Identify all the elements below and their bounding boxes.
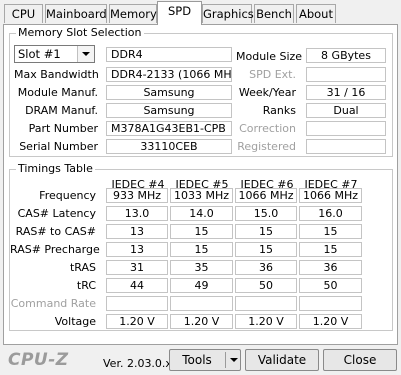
dram-manuf-field: Samsung <box>106 103 232 118</box>
module-size-field: 8 GBytes <box>306 48 386 63</box>
timings-cell: 50 <box>299 278 362 293</box>
timings-cell: 1.20 V <box>299 314 362 329</box>
validate-button[interactable]: Validate <box>245 349 319 371</box>
timings-cell: 36 <box>235 260 297 275</box>
tools-button[interactable]: Tools <box>169 349 241 371</box>
serial-number-field: 33110CEB <box>106 139 232 154</box>
timings-row-label: Voltage <box>54 315 96 328</box>
correction-field <box>306 121 386 136</box>
ranks-label: Ranks <box>262 104 296 117</box>
timings-cell: 933 MHz <box>106 188 168 203</box>
tab-memory[interactable]: Memory <box>109 4 157 23</box>
timings-row-label: tRC <box>76 279 96 292</box>
timings-cell: 13.0 <box>106 206 168 221</box>
timings-cell <box>106 296 168 311</box>
chevron-down-icon[interactable] <box>230 358 238 362</box>
tab-cpu[interactable]: CPU <box>4 4 43 23</box>
week-year-field: 31 / 16 <box>306 85 386 100</box>
dram-manuf-label: DRAM Manuf. <box>25 104 98 117</box>
timings-cell: 35 <box>170 260 233 275</box>
slot-select-value: Slot #1 <box>18 47 61 61</box>
memory-slot-group-title: Memory Slot Selection <box>16 26 144 40</box>
slot-select[interactable]: Slot #1 <box>14 45 95 63</box>
memory-type-field: DDR4 <box>106 47 232 62</box>
tools-button-divider <box>225 352 226 368</box>
timings-cell: 49 <box>170 278 233 293</box>
timings-row-label: Command Rate <box>10 297 96 310</box>
timings-group-title: Timings Table <box>16 162 95 176</box>
serial-number-label: Serial Number <box>19 140 98 153</box>
timings-cell: 16.0 <box>299 206 362 221</box>
tab-graphics[interactable]: Graphics <box>202 4 254 23</box>
max-bandwidth-field: DDR4-2133 (1066 MHz) <box>106 67 232 82</box>
timings-row-label: RAS# Precharge <box>10 243 100 256</box>
cpu-z-logo: CPU-Z <box>8 350 69 370</box>
max-bandwidth-label: Max Bandwidth <box>14 68 99 81</box>
timings-cell: 15 <box>235 242 297 257</box>
timings-cell: 31 <box>106 260 168 275</box>
timings-row-label: CAS# Latency <box>17 207 96 220</box>
part-number-label: Part Number <box>28 122 98 135</box>
correction-label: Correction <box>239 122 296 135</box>
tab-about[interactable]: About <box>296 4 336 23</box>
timings-cell <box>170 296 233 311</box>
tab-mainboard[interactable]: Mainboard <box>45 4 107 23</box>
timings-cell <box>235 296 297 311</box>
timings-row-label: RAS# to CAS# <box>15 225 96 238</box>
tab-bar: CPU Mainboard Memory SPD Graphics Bench … <box>0 0 401 25</box>
close-button[interactable]: Close <box>323 349 397 371</box>
timings-cell: 1.20 V <box>235 314 297 329</box>
timings-cell: 1.20 V <box>106 314 168 329</box>
timings-cell: 50 <box>235 278 297 293</box>
module-manuf-label: Module Manuf. <box>17 86 98 99</box>
timings-cell: 15.0 <box>235 206 297 221</box>
timings-row-label: tRAS <box>69 261 96 274</box>
tab-spd[interactable]: SPD <box>157 1 202 25</box>
spd-ext-label: SPD Ext. <box>249 68 296 81</box>
timings-cell: 44 <box>106 278 168 293</box>
part-number-field: M378A1G43EB1-CPB <box>106 121 232 136</box>
timings-cell: 1066 MHz <box>235 188 297 203</box>
timings-cell <box>299 296 362 311</box>
spd-ext-field <box>306 67 386 82</box>
timings-cell: 1033 MHz <box>170 188 233 203</box>
timings-cell: 13 <box>106 242 168 257</box>
chevron-down-icon <box>82 52 90 56</box>
timings-cell: 15 <box>299 242 362 257</box>
timings-cell: 36 <box>299 260 362 275</box>
tools-button-label: Tools <box>182 353 212 367</box>
timings-cell: 15 <box>170 242 233 257</box>
timings-cell: 14.0 <box>170 206 233 221</box>
timings-row-label: Frequency <box>39 189 96 202</box>
timings-cell: 13 <box>106 224 168 239</box>
registered-label: Registered <box>237 140 296 153</box>
timings-cell: 15 <box>299 224 362 239</box>
module-manuf-field: Samsung <box>106 85 232 100</box>
timings-cell: 15 <box>235 224 297 239</box>
timings-cell: 15 <box>170 224 233 239</box>
timings-cell: 1066 MHz <box>299 188 362 203</box>
slot-select-dropdown-button[interactable] <box>77 46 94 62</box>
timings-cell: 1.20 V <box>170 314 233 329</box>
ranks-field: Dual <box>306 103 386 118</box>
tab-bench[interactable]: Bench <box>254 4 294 23</box>
module-size-label: Module Size <box>236 50 303 63</box>
week-year-label: Week/Year <box>238 86 296 99</box>
registered-field <box>306 139 386 154</box>
